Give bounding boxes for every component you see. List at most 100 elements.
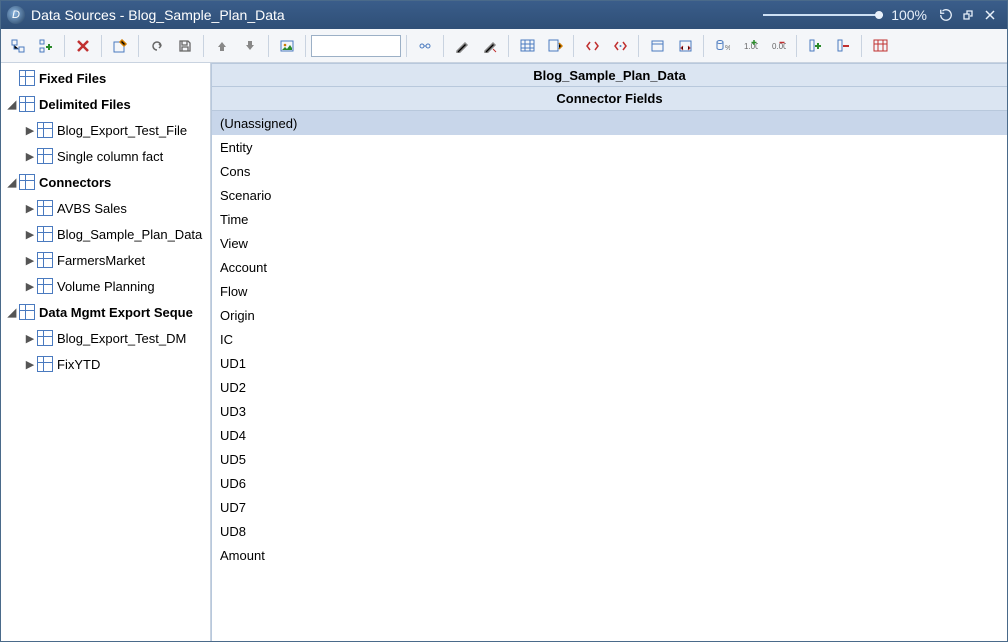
- svg-text:%: %: [725, 45, 730, 52]
- zoom-track[interactable]: [763, 14, 883, 16]
- search-input[interactable]: [311, 35, 401, 57]
- grid-icon: [37, 330, 53, 346]
- edit-new-icon[interactable]: [107, 33, 133, 59]
- tree-label: Volume Planning: [57, 279, 155, 294]
- expand-arrow-icon[interactable]: ▶: [23, 124, 37, 137]
- collapse-arrow-icon[interactable]: ◢: [5, 306, 19, 319]
- field-row[interactable]: UD1: [212, 351, 1007, 375]
- tree-add-icon[interactable]: [5, 33, 31, 59]
- grid-icon: [37, 148, 53, 164]
- expand-arrow-icon[interactable]: ▶: [23, 254, 37, 267]
- code-left-icon[interactable]: [579, 33, 605, 59]
- pencil2-icon[interactable]: [477, 33, 503, 59]
- grid-icon: [19, 96, 35, 112]
- grid-icon: [19, 70, 35, 86]
- grid-icon: [37, 122, 53, 138]
- table-icon[interactable]: [514, 33, 540, 59]
- field-row[interactable]: Origin: [212, 303, 1007, 327]
- collapse-arrow-icon[interactable]: ◢: [5, 98, 19, 111]
- field-row[interactable]: Time: [212, 207, 1007, 231]
- tree-label: FixYTD: [57, 357, 100, 372]
- field-row[interactable]: (Unassigned): [212, 111, 1007, 135]
- db-percent-icon[interactable]: %: [709, 33, 735, 59]
- save-icon[interactable]: [172, 33, 198, 59]
- calendar-icon[interactable]: [644, 33, 670, 59]
- titlebar: D Data Sources - Blog_Sample_Plan_Data 1…: [1, 1, 1007, 29]
- expand-arrow-icon[interactable]: ▶: [23, 228, 37, 241]
- zoom-slider[interactable]: 100%: [763, 7, 927, 23]
- tree-panel: Fixed Files ◢ Delimited Files ▶ Blog_Exp…: [1, 63, 211, 641]
- image-icon[interactable]: [274, 33, 300, 59]
- popout-icon[interactable]: [957, 4, 979, 26]
- tree-cat-delimited-files[interactable]: ◢ Delimited Files: [1, 91, 210, 117]
- field-row[interactable]: UD5: [212, 447, 1007, 471]
- undo-icon[interactable]: [144, 33, 170, 59]
- tree-cat-dm-export[interactable]: ◢ Data Mgmt Export Seque: [1, 299, 210, 325]
- num-plus-icon[interactable]: 1.00: [737, 33, 763, 59]
- tree-cat-connectors[interactable]: ◢ Connectors: [1, 169, 210, 195]
- body: Fixed Files ◢ Delimited Files ▶ Blog_Exp…: [1, 63, 1007, 641]
- window: D Data Sources - Blog_Sample_Plan_Data 1…: [0, 0, 1008, 642]
- delete-icon[interactable]: [70, 33, 96, 59]
- tree-item-single-column-fact[interactable]: ▶ Single column fact: [1, 143, 210, 169]
- tree-label: Blog_Sample_Plan_Data: [57, 227, 202, 242]
- main-panel: Blog_Sample_Plan_Data Connector Fields (…: [211, 63, 1007, 641]
- field-row[interactable]: UD6: [212, 471, 1007, 495]
- grid-icon: [37, 278, 53, 294]
- field-row[interactable]: View: [212, 231, 1007, 255]
- field-row[interactable]: Entity: [212, 135, 1007, 159]
- grid-red-icon[interactable]: [867, 33, 893, 59]
- tree-add2-icon[interactable]: [33, 33, 59, 59]
- field-row[interactable]: UD8: [212, 519, 1007, 543]
- find-icon[interactable]: [412, 33, 438, 59]
- field-row[interactable]: Cons: [212, 159, 1007, 183]
- tree-item-fixytd[interactable]: ▶ FixYTD: [1, 351, 210, 377]
- expand-arrow-icon[interactable]: ▶: [23, 332, 37, 345]
- tree-label: Delimited Files: [39, 97, 131, 112]
- tree-item-blog-export-test-file[interactable]: ▶ Blog_Export_Test_File: [1, 117, 210, 143]
- field-row[interactable]: Scenario: [212, 183, 1007, 207]
- tree-item-blog-sample-plan-data[interactable]: ▶ Blog_Sample_Plan_Data: [1, 221, 210, 247]
- expand-arrow-icon[interactable]: ▶: [23, 280, 37, 293]
- svg-text:0.00: 0.00: [772, 42, 786, 51]
- field-row[interactable]: UD7: [212, 495, 1007, 519]
- refresh-icon[interactable]: [935, 4, 957, 26]
- zoom-thumb[interactable]: [875, 11, 883, 19]
- field-row[interactable]: Amount: [212, 543, 1007, 567]
- field-row[interactable]: IC: [212, 327, 1007, 351]
- table-fx-icon[interactable]: [542, 33, 568, 59]
- tree-cat-fixed-files[interactable]: Fixed Files: [1, 65, 210, 91]
- tree-label: Connectors: [39, 175, 111, 190]
- tree-label: FarmersMarket: [57, 253, 145, 268]
- field-row[interactable]: UD3: [212, 399, 1007, 423]
- pencil1-icon[interactable]: [449, 33, 475, 59]
- grid-icon: [37, 356, 53, 372]
- code-right-icon[interactable]: [607, 33, 633, 59]
- move-up-icon[interactable]: [209, 33, 235, 59]
- expand-arrow-icon[interactable]: ▶: [23, 150, 37, 163]
- tree-item-avbs-sales[interactable]: ▶ AVBS Sales: [1, 195, 210, 221]
- col-add-icon[interactable]: [802, 33, 828, 59]
- calendar-code-icon[interactable]: [672, 33, 698, 59]
- app-logo-icon: D: [7, 6, 25, 24]
- num-minus-icon[interactable]: 0.00: [765, 33, 791, 59]
- expand-arrow-icon[interactable]: ▶: [23, 202, 37, 215]
- collapse-arrow-icon[interactable]: ◢: [5, 176, 19, 189]
- tree-label: Single column fact: [57, 149, 163, 164]
- expand-arrow-icon[interactable]: ▶: [23, 358, 37, 371]
- field-row[interactable]: UD2: [212, 375, 1007, 399]
- tree-item-volume-planning[interactable]: ▶ Volume Planning: [1, 273, 210, 299]
- move-down-icon[interactable]: [237, 33, 263, 59]
- field-row[interactable]: UD4: [212, 423, 1007, 447]
- fields-list: (Unassigned)EntityConsScenarioTimeViewAc…: [211, 111, 1007, 641]
- zoom-percent: 100%: [891, 7, 927, 23]
- close-icon[interactable]: [979, 4, 1001, 26]
- grid-icon: [37, 200, 53, 216]
- col-del-icon[interactable]: [830, 33, 856, 59]
- svg-text:1.00: 1.00: [744, 42, 758, 51]
- field-row[interactable]: Flow: [212, 279, 1007, 303]
- main-title: Blog_Sample_Plan_Data: [211, 63, 1007, 87]
- field-row[interactable]: Account: [212, 255, 1007, 279]
- tree-item-farmersmarket[interactable]: ▶ FarmersMarket: [1, 247, 210, 273]
- tree-item-blog-export-test-dm[interactable]: ▶ Blog_Export_Test_DM: [1, 325, 210, 351]
